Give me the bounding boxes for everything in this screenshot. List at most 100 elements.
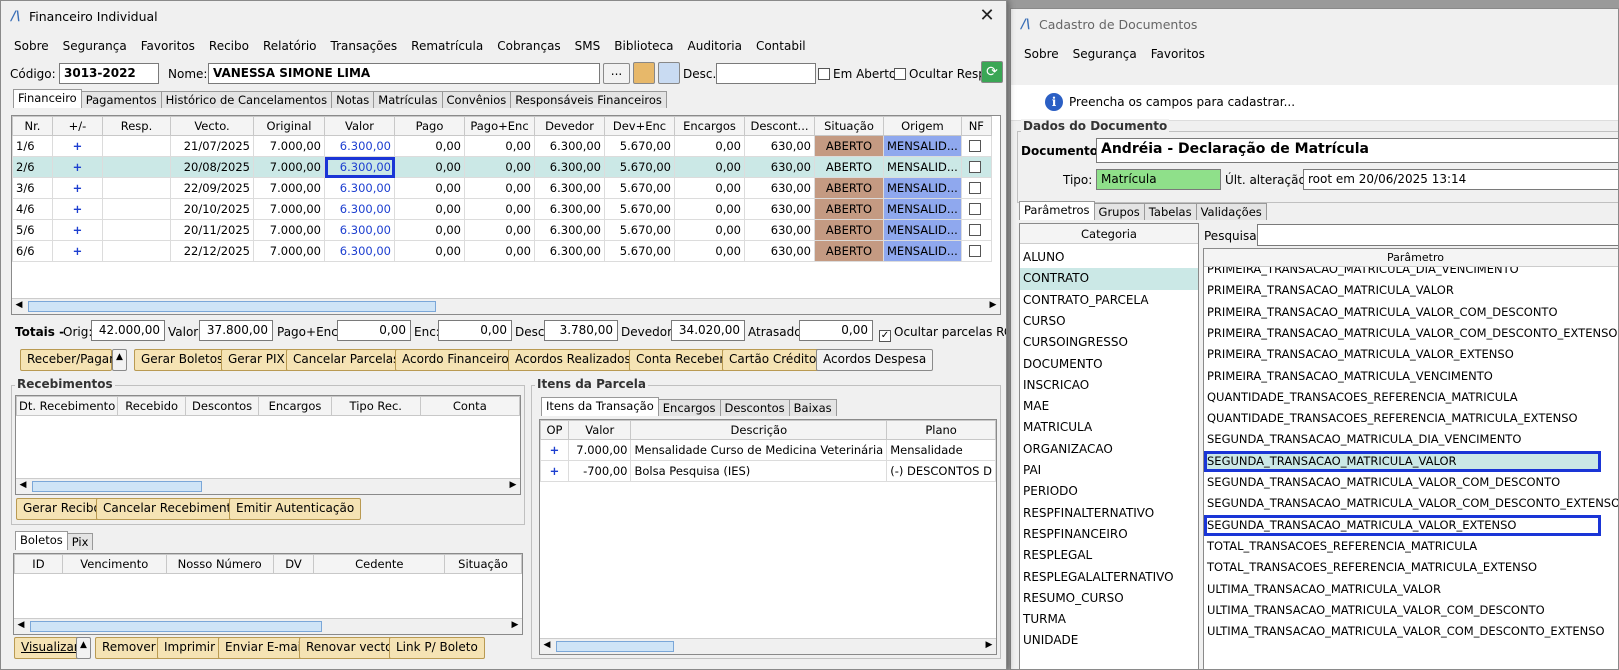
scroll-left-icon[interactable]: ◀ xyxy=(540,640,554,650)
list-item[interactable]: ALUNO xyxy=(1020,247,1198,268)
menu-recibo[interactable]: Recibo xyxy=(209,39,249,53)
list-item[interactable]: TOTAL_TRANSACOES_REFERENCIA_MATRICULA xyxy=(1204,536,1618,557)
nf-check-icon[interactable] xyxy=(968,245,981,257)
tab-pagamentos[interactable]: Pagamentos xyxy=(80,91,162,108)
parcelas-scrollbar[interactable]: ◀ ▶ xyxy=(12,298,1000,314)
tipo-field[interactable]: Matrícula xyxy=(1096,169,1221,190)
column-header[interactable]: Valor xyxy=(567,420,632,440)
expand-icon[interactable]: + xyxy=(52,198,103,220)
menu-auditoria[interactable]: Auditoria xyxy=(688,39,742,53)
list-item[interactable]: PRIMEIRA_TRANSACAO_MATRICULA_VALOR xyxy=(1204,280,1618,301)
cartao-credito-button[interactable]: Cartão Crédito xyxy=(722,349,824,371)
scroll-right-icon[interactable]: ▶ xyxy=(508,620,522,630)
list-item[interactable]: ULTIMA_TRANSACAO_MATRICULA_VALOR_COM_DES… xyxy=(1204,621,1618,642)
column-header[interactable]: Descont... xyxy=(744,116,815,136)
menu-rematricula[interactable]: Rematrícula xyxy=(411,39,483,53)
tab-validacoes[interactable]: Validações xyxy=(1195,203,1267,220)
column-header[interactable]: Nosso Número xyxy=(165,554,274,574)
list-item[interactable]: CURSOINGRESSO xyxy=(1020,332,1198,353)
column-header[interactable]: Encargos xyxy=(674,116,745,136)
table-row[interactable]: 4/6 +20/10/2025 7.000,00 6.300,00 0,00 0,00 6.… xyxy=(12,198,992,220)
table-row[interactable]: 1/6 +21/07/2025 7.000,00 6.300,00 0,00 0,00 6.… xyxy=(12,135,992,157)
nf-check-icon[interactable] xyxy=(968,161,981,173)
ocultar-parcelas-checkbox[interactable]: ✓ Ocultar parcelas RC xyxy=(879,325,1006,342)
list-item[interactable]: INSCRICAO xyxy=(1020,375,1198,396)
gerar-pix-button[interactable]: Gerar PIX xyxy=(221,349,292,371)
column-header[interactable]: Cedente xyxy=(313,554,446,574)
menu-sms[interactable]: SMS xyxy=(575,39,601,53)
codigo-field[interactable]: 3013-2022 xyxy=(59,63,159,84)
title-bar[interactable]: /\ Cadastro de Documentos xyxy=(1011,9,1618,39)
column-header[interactable]: Vencimento xyxy=(61,554,167,574)
menu-seguranca[interactable]: Segurança xyxy=(1073,47,1137,61)
nf-checkbox[interactable] xyxy=(960,240,992,262)
tab-notas[interactable]: Notas xyxy=(331,91,375,108)
visualizar-dropdown-icon[interactable]: ▲ xyxy=(76,637,91,659)
column-header[interactable]: Valor xyxy=(324,116,395,136)
menu-relatorio[interactable]: Relatório xyxy=(263,39,317,53)
nome-field[interactable]: VANESSA SIMONE LIMA xyxy=(208,63,600,84)
tab-responsaveis-financeiros[interactable]: Responsáveis Financeiros xyxy=(510,91,667,108)
scroll-right-icon[interactable]: ▶ xyxy=(986,300,1000,310)
column-header[interactable]: Pago+Enc xyxy=(464,116,535,136)
column-header[interactable]: Situação xyxy=(814,116,884,136)
table-row[interactable]: + -700,00 Bolsa Pesquisa (IES) (-) DESCONTO… xyxy=(540,460,996,482)
renovar-vecto-button[interactable]: Renovar vecto xyxy=(299,637,400,659)
column-header[interactable]: OP xyxy=(540,420,569,440)
menu-contabil[interactable]: Contabil xyxy=(756,39,806,53)
emitir-autenticacao-button[interactable]: Emitir Autenticação xyxy=(229,498,362,520)
tab-boletos[interactable]: Boletos xyxy=(15,531,68,550)
tab-financeiro[interactable]: Financeiro xyxy=(13,89,82,108)
nf-check-icon[interactable] xyxy=(968,203,981,215)
column-header[interactable]: Vecto. xyxy=(170,116,254,136)
list-item[interactable]: RESPLEGAL xyxy=(1020,545,1198,566)
list-item[interactable]: MAE xyxy=(1020,396,1198,417)
receber-pagar-dropdown-icon[interactable]: ▲ xyxy=(112,349,127,371)
list-item[interactable]: MATRICULA xyxy=(1020,417,1198,438)
scroll-thumb[interactable] xyxy=(556,641,674,652)
refresh-icon[interactable]: ⟳ xyxy=(981,61,1003,83)
table-row[interactable]: +7.000,00 Mensalidade Curso de Medicina V… xyxy=(540,439,996,461)
list-item[interactable]: QUANTIDADE_TRANSACOES_REFERENCIA_MATRICU… xyxy=(1204,387,1618,408)
column-header[interactable]: Devedor xyxy=(534,116,605,136)
em-aberto-checkbox[interactable]: Em Aberto xyxy=(818,67,896,81)
scroll-left-icon[interactable]: ◀ xyxy=(12,300,26,310)
list-item[interactable]: SEGUNDA_TRANSACAO_MATRICULA_VALOR_EXTENS… xyxy=(1204,514,1601,536)
column-header[interactable]: Nr. xyxy=(12,116,53,136)
scroll-thumb[interactable] xyxy=(28,301,436,312)
tab-matriculas[interactable]: Matrículas xyxy=(373,91,443,108)
itens-scrollbar[interactable]: ◀ ▶ xyxy=(540,638,996,654)
column-header[interactable]: Descontos xyxy=(185,396,260,416)
tab-grupos[interactable]: Grupos xyxy=(1093,203,1145,220)
gerar-boletos-button[interactable]: Gerar Boletos xyxy=(134,349,231,371)
visualizar-button[interactable]: Visualizar xyxy=(14,637,86,659)
table-row[interactable]: 2/6 +20/08/2025 7.000,00 6.300,00 0,00 0,00 6.… xyxy=(12,156,992,178)
column-header[interactable]: Resp. xyxy=(102,116,171,136)
menu-biblioteca[interactable]: Biblioteca xyxy=(614,39,673,53)
nf-checkbox[interactable] xyxy=(960,156,992,178)
menu-favoritos[interactable]: Favoritos xyxy=(141,39,195,53)
column-header[interactable]: Original xyxy=(253,116,325,136)
list-item[interactable]: CONTRATO xyxy=(1020,268,1198,290)
column-header[interactable]: Situação xyxy=(444,554,522,574)
search-name-button[interactable]: ... xyxy=(603,63,630,84)
list-item[interactable]: PRIMEIRA_TRANSACAO_MATRICULA_VALOR_COM_D… xyxy=(1204,323,1618,344)
documento-field[interactable]: Andréia - Declaração de Matrícula xyxy=(1096,138,1618,163)
column-header[interactable]: Tipo Rec. xyxy=(330,396,421,416)
menu-favoritos[interactable]: Favoritos xyxy=(1151,47,1205,61)
nf-check-icon[interactable] xyxy=(968,140,981,152)
list-item[interactable]: PRIMEIRA_TRANSACAO_MATRICULA_VALOR_EXTEN… xyxy=(1204,344,1618,365)
ocultar-resp-check-icon[interactable] xyxy=(894,68,906,80)
acordo-financeiro-button[interactable]: Acordo Financeiro xyxy=(395,349,516,371)
column-header[interactable]: Dev+Enc xyxy=(604,116,675,136)
column-header[interactable]: Origem xyxy=(883,116,962,136)
table-row[interactable]: 6/6 +22/12/2025 7.000,00 6.300,00 0,00 0,00 6.… xyxy=(12,240,992,262)
list-item[interactable]: DOCUMENTO xyxy=(1020,354,1198,375)
ocultar-resp-checkbox[interactable]: Ocultar Resp. xyxy=(894,67,990,81)
list-item[interactable]: PAI xyxy=(1020,460,1198,481)
conta-receber-button[interactable]: Conta Receber xyxy=(629,349,732,371)
remover-button[interactable]: Remover xyxy=(95,637,163,659)
student-photo-icon[interactable] xyxy=(633,62,655,84)
tab-tabelas[interactable]: Tabelas xyxy=(1143,203,1197,220)
boletos-scrollbar[interactable]: ◀ ▶ xyxy=(14,618,522,634)
